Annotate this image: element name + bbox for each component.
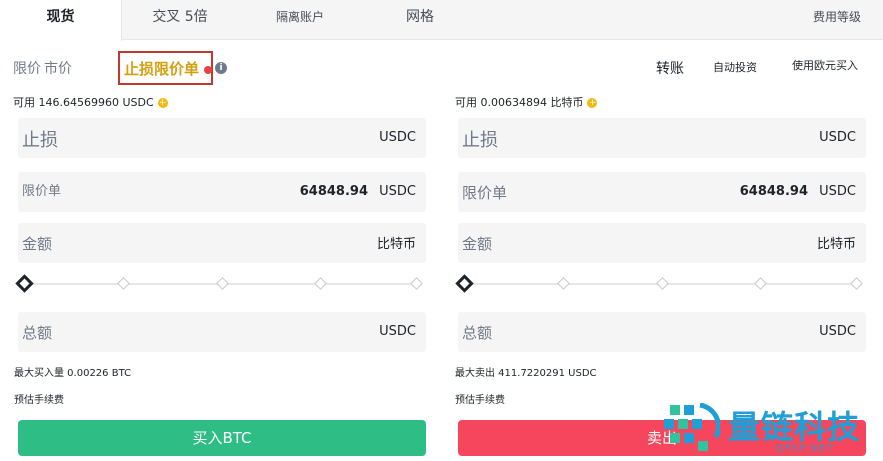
- buy-max-amount: 最大买入量 0.00226 BTC: [14, 368, 132, 379]
- slider-step-25[interactable]: [117, 277, 130, 290]
- sell-limit-label: 限价单: [462, 184, 508, 202]
- sell-stop-label: 止损: [462, 130, 498, 151]
- sell-limit-value: 64848.94: [739, 184, 808, 199]
- sell-total-unit: USDC: [819, 324, 856, 339]
- sell-stop-field[interactable]: 止损 USDC: [458, 118, 866, 158]
- sell-amount-slider[interactable]: [455, 274, 863, 293]
- order-type-stop-limit[interactable]: 止损限价单: [124, 58, 199, 79]
- red-dot-marker: [204, 66, 212, 74]
- sell-amount-label: 金额: [462, 235, 493, 253]
- slider-step-50[interactable]: [216, 277, 229, 290]
- slider-handle[interactable]: [455, 274, 474, 293]
- buy-stop-label: 止损: [22, 130, 58, 151]
- buy-total-field[interactable]: 总额 USDC: [18, 312, 426, 352]
- fee-level-link[interactable]: 费用等级: [813, 0, 861, 34]
- buy-amount-unit: 比特币: [376, 237, 416, 252]
- sell-total-label: 总额: [462, 324, 493, 342]
- sell-available: 可用 0.00634894 比特币 +: [455, 94, 598, 110]
- order-type-market[interactable]: 市价: [44, 58, 72, 78]
- sell-estimated-fee: 预估手续费: [455, 395, 505, 406]
- buy-with-eur-link[interactable]: 使用欧元买入: [792, 57, 858, 73]
- add-funds-icon[interactable]: +: [587, 98, 598, 108]
- sell-total-field[interactable]: 总额 USDC: [458, 312, 866, 352]
- slider-step-100[interactable]: [410, 277, 423, 290]
- tab-grid[interactable]: 网格: [378, 0, 462, 40]
- trade-mode-tabs: 现货 交叉 5倍 隔离账户 网格 费用等级: [0, 0, 883, 41]
- slider-step-100[interactable]: [850, 277, 863, 290]
- sell-limit-field[interactable]: 限价单 64848.94 USDC: [458, 172, 866, 212]
- watermark-logo-icon: [664, 403, 720, 451]
- sell-stop-unit: USDC: [819, 130, 856, 145]
- sell-amount-field[interactable]: 金额 比特币: [458, 223, 866, 263]
- buy-available-text: 可用 146.64569960 USDC: [13, 96, 154, 109]
- buy-amount-slider[interactable]: [15, 274, 423, 293]
- buy-btc-button[interactable]: 买入BTC: [18, 420, 426, 456]
- sell-limit-unit: USDC: [819, 184, 856, 199]
- watermark-site: QFSP.NET: [776, 444, 835, 454]
- buy-limit-unit: USDC: [379, 184, 416, 199]
- slider-step-75[interactable]: [754, 277, 767, 290]
- buy-limit-value: 64848.94: [299, 184, 368, 199]
- sell-amount-unit: 比特币: [816, 237, 856, 252]
- buy-limit-label: 限价单: [22, 184, 62, 199]
- buy-stop-field[interactable]: 止损 USDC: [18, 118, 426, 158]
- sell-available-text: 可用 0.00634894 比特币: [455, 96, 584, 109]
- info-icon[interactable]: i: [215, 62, 227, 74]
- tab-cross-5x[interactable]: 交叉 5倍: [128, 0, 232, 40]
- watermark-name: 量链科技: [728, 408, 861, 446]
- sell-max-amount: 最大卖出 411.7220291 USDC: [455, 368, 597, 379]
- transfer-link[interactable]: 转账: [656, 58, 684, 78]
- buy-limit-field[interactable]: 限价单 64848.94 USDC: [18, 172, 426, 212]
- buy-total-unit: USDC: [379, 324, 416, 339]
- buy-amount-field[interactable]: 金额 比特币: [18, 223, 426, 263]
- slider-step-25[interactable]: [557, 277, 570, 290]
- slider-handle[interactable]: [15, 274, 34, 293]
- buy-estimated-fee: 预估手续费: [14, 395, 64, 406]
- buy-amount-label: 金额: [22, 235, 53, 253]
- tab-isolated[interactable]: 隔离账户: [250, 0, 350, 40]
- slider-step-75[interactable]: [314, 277, 327, 290]
- tab-spot[interactable]: 现货: [0, 0, 122, 41]
- buy-total-label: 总额: [22, 324, 53, 342]
- auto-invest-link[interactable]: 自动投资: [713, 59, 757, 75]
- add-funds-icon[interactable]: +: [157, 98, 168, 108]
- slider-step-50[interactable]: [656, 277, 669, 290]
- order-type-limit[interactable]: 限价: [13, 58, 41, 78]
- buy-available: 可用 146.64569960 USDC +: [13, 94, 168, 110]
- buy-stop-unit: USDC: [379, 130, 416, 145]
